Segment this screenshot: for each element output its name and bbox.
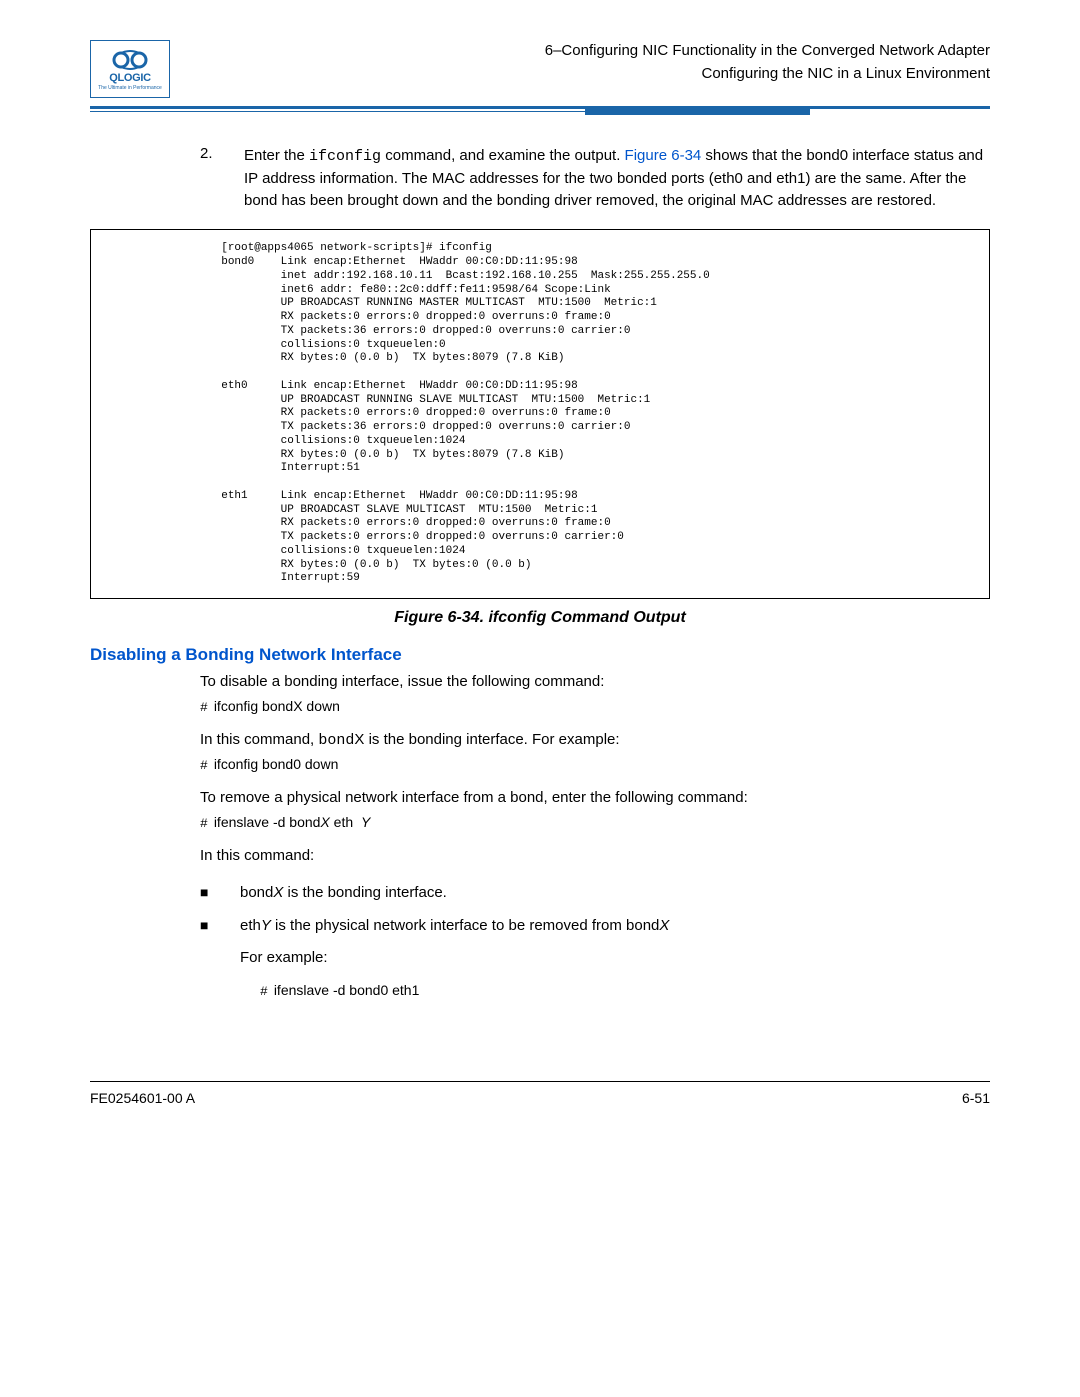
bullet-pre: bond xyxy=(240,884,273,901)
cmd-var-x: X xyxy=(320,814,329,830)
bullet-var: X xyxy=(273,884,283,901)
cmd-ifconfig-bondx-down: # ifconfig bondX down xyxy=(200,698,990,715)
cmd-text: ifenslave -d bond0 eth1 xyxy=(274,982,420,998)
header-rule xyxy=(90,106,990,115)
bullet-list: ■ bondX is the bonding interface. ■ ethY… xyxy=(200,882,990,1001)
cmd-text: ifconfig bondX down xyxy=(214,698,340,714)
logo-tagline: The Ultimate in Performance xyxy=(98,85,162,91)
disable-intro: To disable a bonding interface, issue th… xyxy=(200,671,990,694)
step-number: 2. xyxy=(200,145,244,211)
cmd-ifconfig-bond0-down: # ifconfig bond0 down xyxy=(200,756,990,773)
in-this-command: In this command: xyxy=(200,845,990,868)
bullet-post: is the bonding interface. xyxy=(283,884,446,901)
explain-post: X is the bonding interface. For example: xyxy=(354,731,619,748)
bondx-explain: In this command, bondX is the bonding in… xyxy=(200,729,990,753)
figure-caption: Figure 6-34. ifconfig Command Output xyxy=(90,609,990,627)
cmd-text: ifconfig bond0 down xyxy=(214,756,339,772)
qlogic-logo-icon xyxy=(107,48,153,72)
header-line-1: 6–Configuring NIC Functionality in the C… xyxy=(545,40,990,63)
cmd-a: ifenslave -d bond xyxy=(214,814,321,830)
doc-number: FE0254601-00 A xyxy=(90,1090,195,1106)
bullet-post: is the physical network interface to be … xyxy=(271,917,660,934)
ifconfig-cmd: ifconfig xyxy=(309,148,381,165)
step-text-pre: Enter the xyxy=(244,147,309,164)
step-body: Enter the ifconfig command, and examine … xyxy=(244,145,990,211)
footer-rule xyxy=(90,1081,990,1082)
header-text: 6–Configuring NIC Functionality in the C… xyxy=(545,40,990,85)
logo-name: QLOGIC xyxy=(109,73,151,84)
prompt-hash: # xyxy=(200,700,208,715)
square-bullet-icon: ■ xyxy=(200,915,240,1002)
explain-pre: In this command, xyxy=(200,731,318,748)
remove-intro: To remove a physical network interface f… xyxy=(200,787,990,810)
cmd-var-y: Y xyxy=(361,814,370,830)
bullet-var2: X xyxy=(659,917,669,934)
section-heading: Disabling a Bonding Network Interface xyxy=(90,645,990,665)
explain-mono: bond xyxy=(318,732,354,749)
prompt-hash: # xyxy=(200,816,208,831)
figure-link[interactable]: Figure 6-34 xyxy=(625,147,702,164)
ifconfig-output-figure: [root@apps4065 network-scripts]# ifconfi… xyxy=(90,229,990,599)
list-item: ■ ethY is the physical network interface… xyxy=(200,915,990,1002)
prompt-hash: # xyxy=(200,758,208,773)
list-item: ■ bondX is the bonding interface. xyxy=(200,882,990,905)
page-footer: FE0254601-00 A 6-51 xyxy=(90,1090,990,1106)
bullet-var: Y xyxy=(261,917,271,934)
page-header: QLOGIC The Ultimate in Performance 6–Con… xyxy=(90,40,990,98)
for-example: For example: xyxy=(240,947,990,970)
bullet-pre: eth xyxy=(240,917,261,934)
cmd-b: eth xyxy=(330,814,353,830)
page-number: 6-51 xyxy=(962,1090,990,1106)
square-bullet-icon: ■ xyxy=(200,882,240,905)
step-2: 2. Enter the ifconfig command, and exami… xyxy=(200,145,990,211)
step-text-mid: command, and examine the output. xyxy=(381,147,624,164)
cmd-ifenslave-template: # ifenslave -d bondX eth Y xyxy=(200,814,990,831)
qlogic-logo: QLOGIC The Ultimate in Performance xyxy=(90,40,170,98)
header-line-2: Configuring the NIC in a Linux Environme… xyxy=(545,63,990,86)
prompt-hash: # xyxy=(260,984,268,999)
cmd-ifenslave-example: # ifenslave -d bond0 eth1 xyxy=(260,980,990,1002)
